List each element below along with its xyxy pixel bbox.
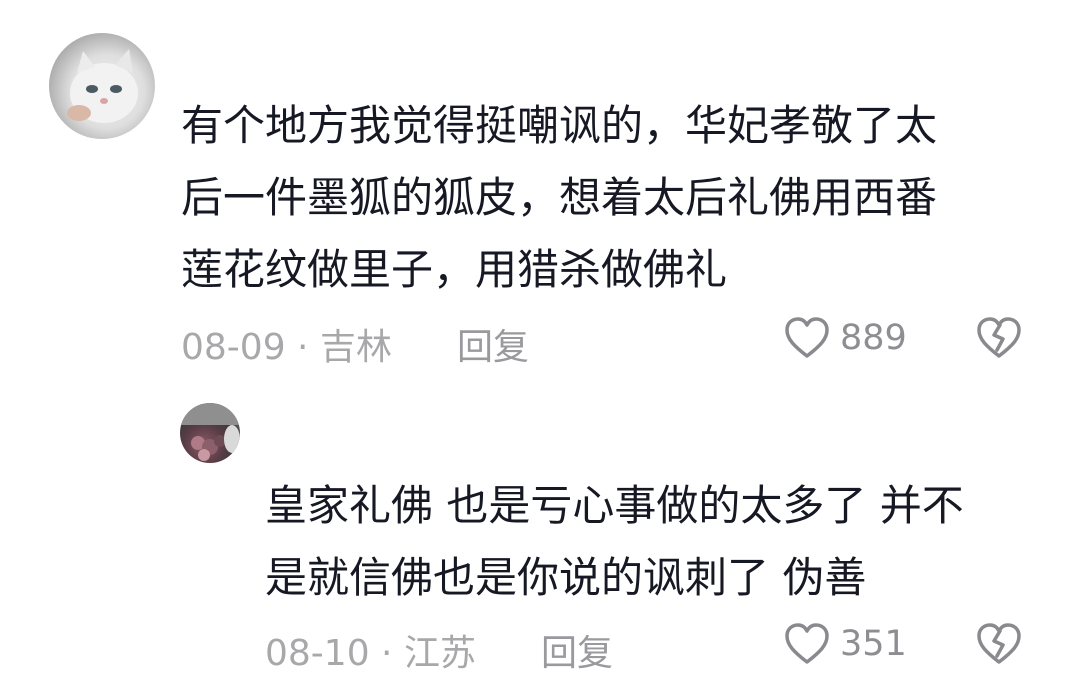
comment-text: 有个地方我觉得挺嘲讽的，华妃孝敬了太 后一件墨狐的狐皮，想着太后礼佛用西番 莲花… <box>181 90 937 306</box>
broken-heart-icon[interactable] <box>976 622 1022 670</box>
flowers-avatar-image <box>180 403 240 461</box>
heart-outline-icon[interactable] <box>784 316 830 364</box>
reply-text-line: 是就信佛也是你说的讽刺了 伪善 <box>265 553 867 602</box>
like-count: 889 <box>840 318 907 358</box>
comment-date-location: 08-09 · 吉林 <box>181 327 392 368</box>
heart-outline-icon[interactable] <box>784 622 830 670</box>
reply-text-line: 皇家礼佛 也是亏心事做的太多了 并不 <box>265 481 964 530</box>
broken-heart-icon[interactable] <box>976 316 1022 364</box>
like-count: 351 <box>840 624 907 664</box>
comment-text-line: 后一件墨狐的狐皮，想着太后礼佛用西番 <box>181 173 938 222</box>
cat-avatar-image <box>67 49 138 123</box>
reply-date-location: 08-10 · 江苏 <box>265 633 476 674</box>
reply-button[interactable]: 回复 <box>457 318 529 370</box>
comment-text-line: 有个地方我觉得挺嘲讽的，华妃孝敬了太 <box>181 101 938 150</box>
avatar[interactable] <box>49 33 155 139</box>
reply-button[interactable]: 回复 <box>541 624 613 676</box>
comment-text-line: 莲花纹做里子，用猎杀做佛礼 <box>181 245 728 294</box>
reply-text: 皇家礼佛 也是亏心事做的太多了 并不 是就信佛也是你说的讽刺了 伪善 <box>265 470 964 614</box>
avatar[interactable] <box>180 403 240 463</box>
